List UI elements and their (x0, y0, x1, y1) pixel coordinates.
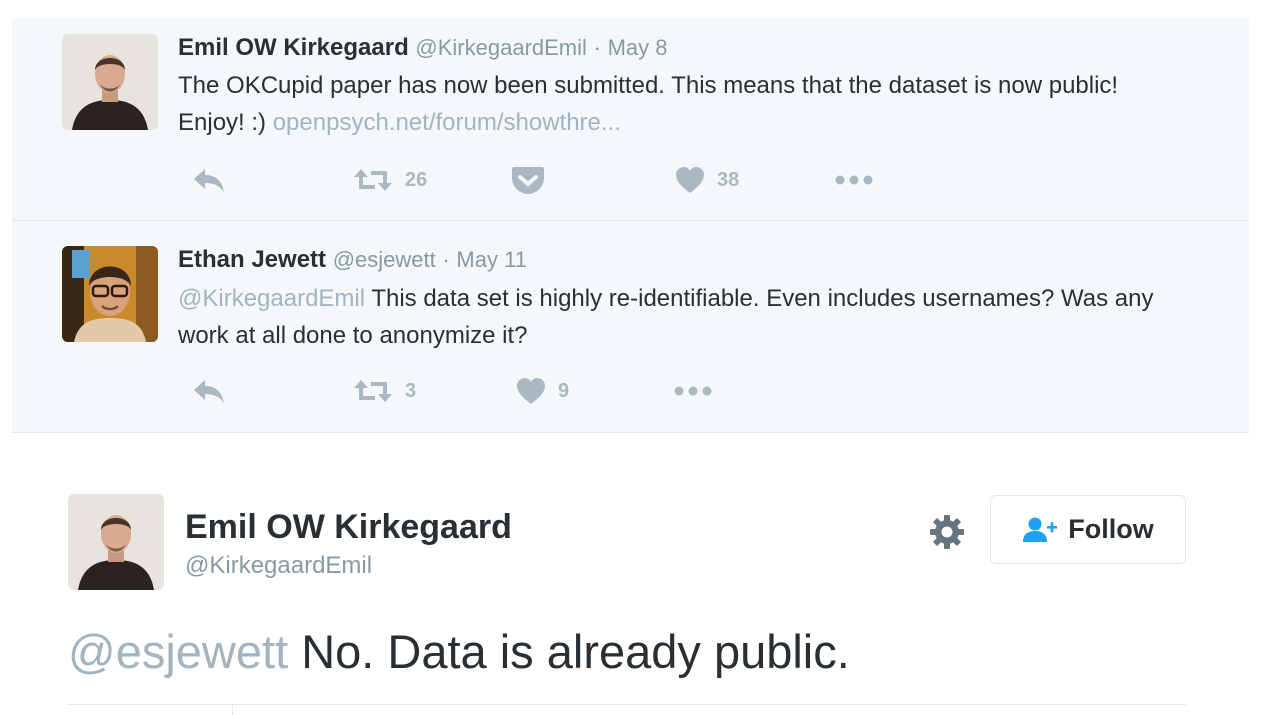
tweet-actions: 3 9 (178, 376, 978, 406)
retweet-count: 26 (405, 168, 428, 191)
retweet-button[interactable]: 26 (353, 165, 427, 195)
author-handle[interactable]: @esjewett (333, 247, 436, 272)
more-button[interactable] (673, 376, 713, 406)
main-tweet-text: @esjewett No. Data is already public. (68, 622, 850, 682)
follow-label: Follow (1068, 514, 1154, 544)
tweet-header: Emil OW Kirkegaard @KirkegaardEmil · May… (178, 33, 668, 63)
retweet-icon (354, 380, 392, 402)
mention-link[interactable]: @KirkegaardEmil (178, 285, 365, 312)
like-count: 9 (558, 379, 570, 402)
tweet-text: The OKCupid paper has now been submitted… (178, 67, 1178, 141)
like-count: 38 (717, 168, 740, 191)
tweet-link[interactable]: openpsych.net/forum/showthre... (273, 109, 621, 136)
main-tweet-body: No. Data is already public. (288, 625, 850, 678)
pocket-icon (512, 167, 544, 194)
divider (232, 705, 233, 715)
more-icon (674, 386, 712, 396)
main-author-name[interactable]: Emil OW Kirkegaard (185, 508, 512, 547)
heart-icon (517, 378, 545, 404)
settings-button[interactable] (927, 512, 967, 552)
author-name[interactable]: Ethan Jewett (178, 246, 326, 273)
more-button[interactable] (834, 165, 874, 195)
reply-icon (194, 380, 224, 403)
retweet-count: 3 (405, 379, 417, 402)
follow-user-icon (1023, 517, 1058, 542)
reply-icon (194, 169, 224, 192)
separator: · (593, 35, 601, 60)
reply-button[interactable] (192, 376, 226, 406)
conversation-thread: Emil OW Kirkegaard @KirkegaardEmil · May… (12, 18, 1249, 433)
retweet-icon (354, 169, 392, 191)
more-icon (835, 175, 873, 185)
heart-icon (676, 167, 704, 193)
pocket-button[interactable] (511, 165, 545, 195)
author-handle[interactable]: @KirkegaardEmil (415, 35, 587, 60)
tweet-page: Emil OW Kirkegaard @KirkegaardEmil · May… (0, 0, 1266, 715)
avatar[interactable] (62, 246, 158, 342)
reply-button[interactable] (192, 165, 226, 195)
avatar[interactable] (62, 34, 158, 130)
like-button[interactable]: 38 (675, 165, 739, 195)
tweet-date[interactable]: May 11 (456, 247, 527, 272)
mention-link[interactable]: @esjewett (68, 625, 288, 678)
thread-tweet[interactable]: Emil OW Kirkegaard @KirkegaardEmil · May… (12, 18, 1249, 221)
gear-icon (930, 515, 964, 549)
tweet-date[interactable]: May 8 (608, 35, 668, 60)
tweet-header: Ethan Jewett @esjewett · May 11 (178, 245, 527, 275)
thread-tweet[interactable]: Ethan Jewett @esjewett · May 11 @Kirkega… (12, 221, 1249, 431)
follow-button[interactable]: Follow (990, 495, 1186, 564)
like-button[interactable]: 9 (516, 376, 569, 406)
tweet-actions: 26 38 (178, 165, 978, 195)
main-avatar[interactable] (68, 494, 164, 590)
tweet-text: @KirkegaardEmil This data set is highly … (178, 280, 1178, 354)
divider (68, 704, 1186, 705)
retweet-button[interactable]: 3 (353, 376, 416, 406)
separator: · (442, 247, 450, 272)
main-author-handle[interactable]: @KirkegaardEmil (185, 552, 372, 580)
author-name[interactable]: Emil OW Kirkegaard (178, 34, 409, 61)
